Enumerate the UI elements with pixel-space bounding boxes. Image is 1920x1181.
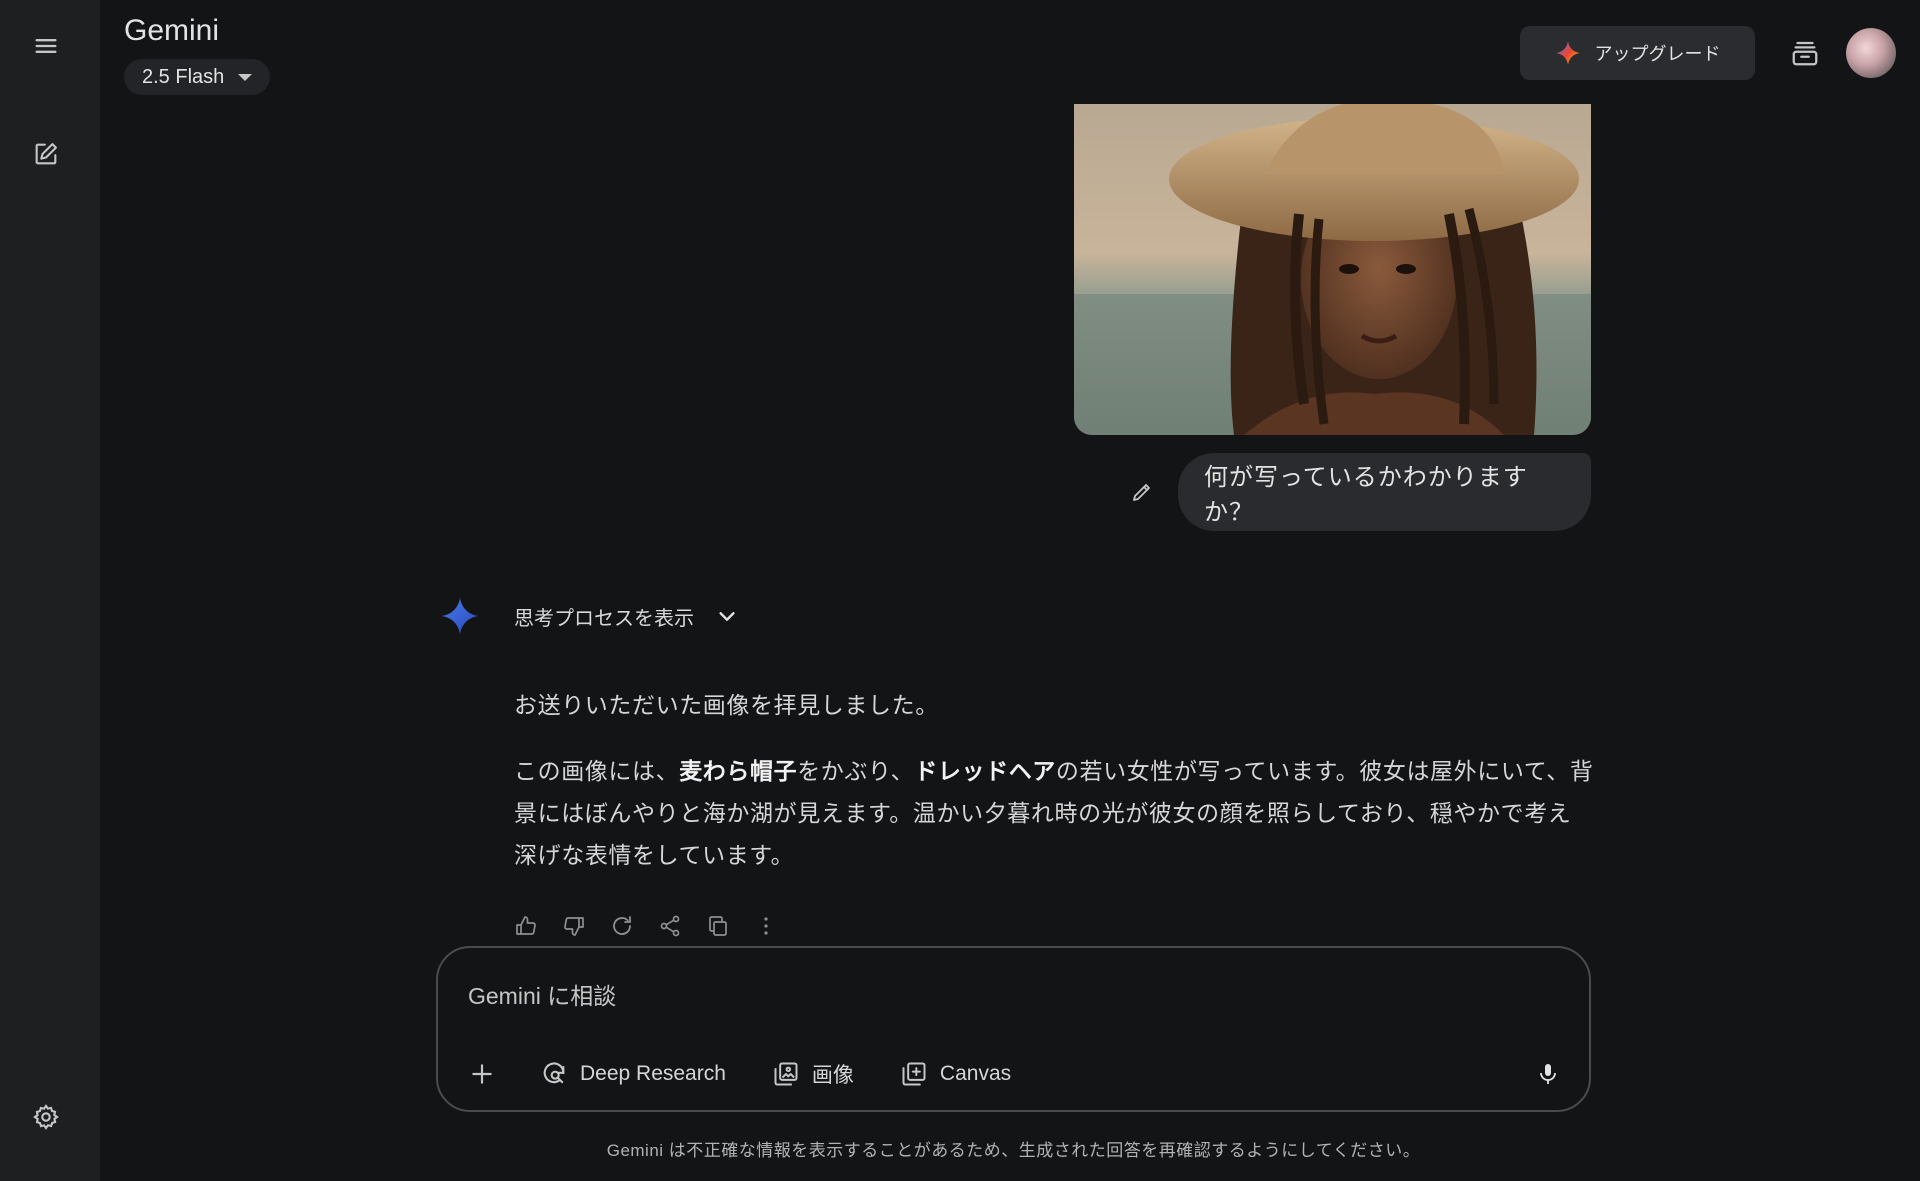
copy-icon: [709, 916, 727, 936]
deep-research-label: Deep Research: [580, 1062, 726, 1085]
new-chat-button[interactable]: [22, 130, 70, 178]
thinking-toggle-label: 思考プロセスを表示: [514, 607, 694, 630]
share-icon: [660, 915, 680, 937]
more-vert-icon: [764, 917, 768, 935]
settings-icon: [33, 1104, 59, 1130]
deep-research-button[interactable]: Deep Research: [526, 1052, 740, 1096]
more-options-button[interactable]: [752, 912, 780, 940]
uploaded-image[interactable]: [1074, 104, 1591, 435]
settings-button[interactable]: [22, 1093, 70, 1141]
app-title: Gemini: [124, 14, 220, 47]
chevron-down-icon: [719, 612, 735, 621]
caret-down-icon: [238, 73, 253, 81]
response-actions: [512, 907, 780, 945]
image-tool-button[interactable]: 画像: [758, 1052, 868, 1096]
response-bold-text: 麦わら帽子: [679, 758, 798, 784]
share-button[interactable]: [656, 912, 684, 940]
response-text: をかぶり、: [797, 758, 915, 784]
upgrade-button[interactable]: アップグレード: [1520, 26, 1755, 80]
canvas-icon: [902, 1062, 926, 1086]
microphone-button[interactable]: [1526, 1052, 1570, 1096]
pencil-icon: [1133, 484, 1150, 501]
thumbs-up-icon: [516, 916, 536, 935]
new-chat-icon: [35, 143, 57, 165]
canvas-tool-button[interactable]: Canvas: [886, 1052, 1025, 1096]
main-menu-button[interactable]: [22, 22, 70, 70]
model-response: お送りいただいた画像を拝見しました。 この画像には、麦わら帽子をかぶり、ドレッド…: [514, 684, 1594, 900]
show-thinking-toggle[interactable]: 思考プロセスを表示: [514, 600, 738, 632]
prompt-input[interactable]: Gemini に相談: [468, 974, 1468, 1014]
history-stack-icon: [1792, 41, 1818, 66]
response-paragraph: この画像には、麦わら帽子をかぶり、ドレッドヘアの若い女性が写っています。彼女は屋…: [514, 750, 1594, 876]
response-paragraph: お送りいただいた画像を拝見しました。: [514, 692, 939, 718]
upgrade-label: アップグレード: [1594, 44, 1721, 64]
model-selector[interactable]: 2.5 Flash: [124, 59, 271, 95]
menu-icon: [35, 39, 57, 53]
thumbs-up-button[interactable]: [512, 912, 540, 940]
thumbs-down-button[interactable]: [560, 912, 588, 940]
gemini-spark-icon: [1555, 41, 1580, 65]
response-text: この画像には、: [514, 758, 680, 784]
prompt-composer: Gemini に相談 Deep Research 画像 Canvas: [436, 946, 1591, 1112]
footer-disclaimer: Gemini は不正確な情報を表示することがあるため、生成された回答を再確認する…: [606, 1141, 1421, 1160]
thumbs-down-icon: [564, 917, 584, 936]
composer-tools: Deep Research 画像 Canvas: [462, 1052, 1043, 1096]
edit-message-button[interactable]: [1122, 472, 1162, 512]
canvas-tool-label: Canvas: [939, 1062, 1012, 1085]
copy-button[interactable]: [704, 912, 732, 940]
user-message-bubble: 何が写っているかわかりますか？: [1178, 453, 1591, 531]
response-bold-text: ドレッドヘア: [914, 758, 1056, 784]
portrait-photo: [1074, 104, 1591, 435]
microphone-icon: [1540, 1064, 1556, 1084]
regenerate-button[interactable]: [608, 912, 636, 940]
sidebar: [0, 0, 100, 1181]
model-selector-label: 2.5 Flash: [142, 65, 225, 88]
image-generate-icon: [774, 1062, 798, 1086]
history-button[interactable]: [1782, 30, 1828, 76]
add-attachment-button[interactable]: [462, 1054, 502, 1094]
gemini-logo-icon: [441, 597, 479, 635]
regenerate-icon: [613, 916, 631, 935]
plus-icon: [472, 1064, 492, 1084]
image-tool-label: 画像: [811, 1064, 854, 1087]
deep-research-icon: [543, 1062, 565, 1084]
avatar[interactable]: [1846, 28, 1896, 78]
